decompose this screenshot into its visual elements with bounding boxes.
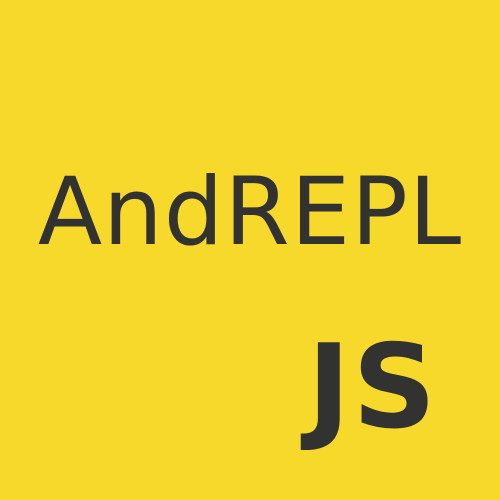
- logo-language-tag: JS: [307, 320, 438, 455]
- app-logo: AndREPL JS: [0, 0, 500, 500]
- logo-title: AndREPL: [37, 158, 463, 267]
